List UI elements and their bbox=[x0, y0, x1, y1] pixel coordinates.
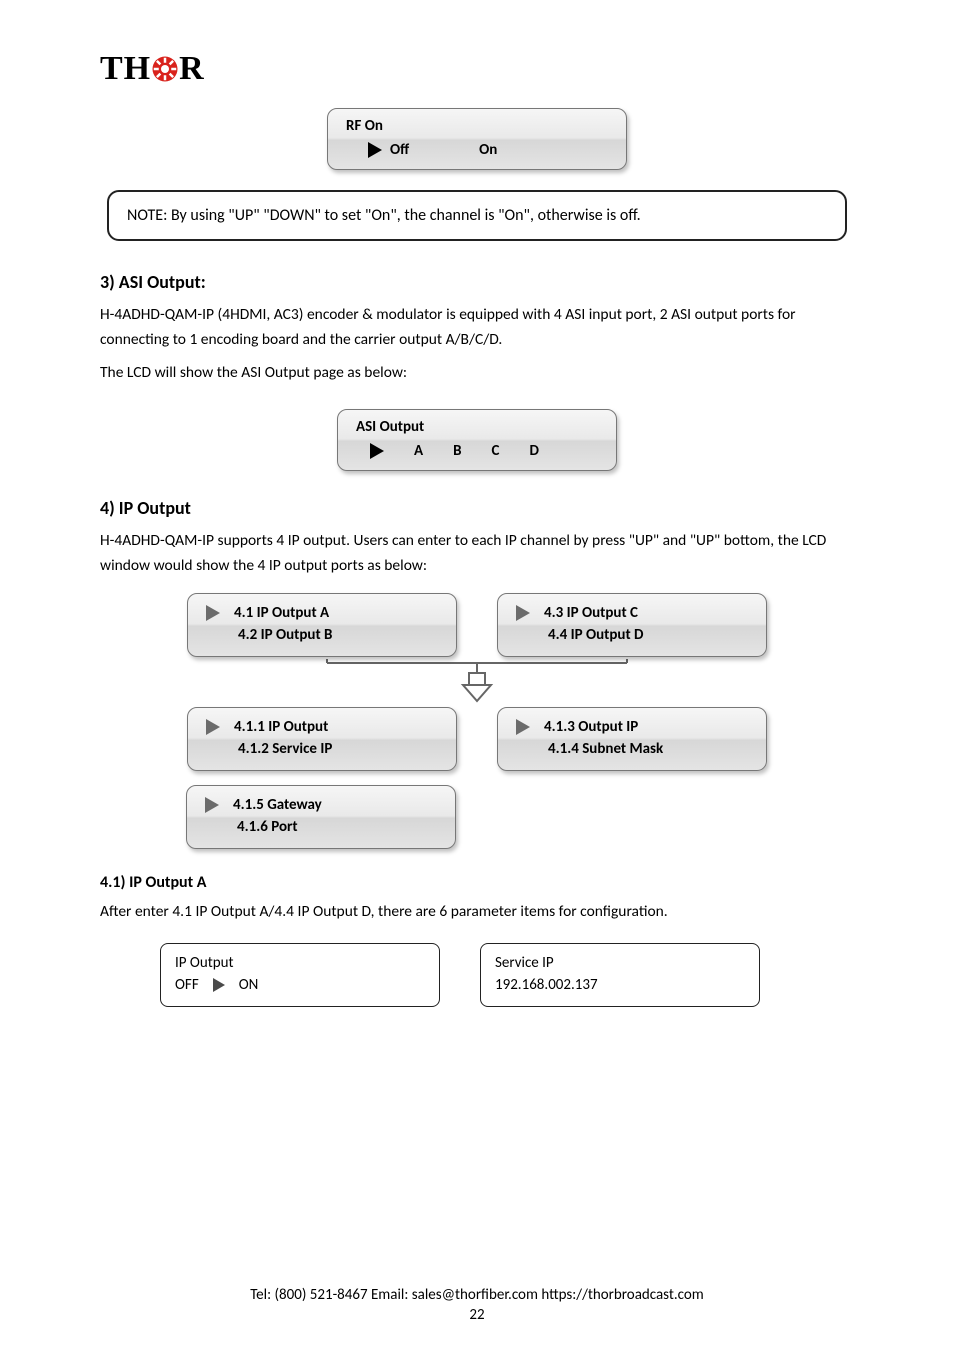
menu-ip-output-ab: 4.1 IP Output A 4.2 IP Output B bbox=[187, 593, 457, 657]
lcd-asi-title: ASI Output bbox=[356, 418, 598, 436]
menu-item-4-1-6: 4.1.6 Port bbox=[237, 818, 298, 836]
note-text: NOTE: By using "UP" "DOWN" to set "On", … bbox=[127, 206, 641, 225]
play-icon bbox=[370, 443, 384, 459]
ip-output-off: OFF bbox=[175, 976, 199, 994]
note-box: NOTE: By using "UP" "DOWN" to set "On", … bbox=[107, 190, 847, 241]
footer-contact: Tel: (800) 521-8467 Email: sales@thorfib… bbox=[0, 1286, 954, 1304]
box-ip-output: IP Output OFF ON bbox=[160, 943, 440, 1007]
footer-page-number: 22 bbox=[0, 1306, 954, 1324]
play-icon bbox=[368, 142, 382, 158]
asi-opt-c: C bbox=[492, 442, 500, 460]
menu-item-4-1-5: 4.1.5 Gateway bbox=[233, 796, 322, 814]
menu-item-4-1-2: 4.1.2 Service IP bbox=[238, 740, 332, 758]
menu-415-416: 4.1.5 Gateway 4.1.6 Port bbox=[186, 785, 456, 849]
section-4-heading: 4) IP Output bbox=[100, 497, 854, 519]
menu-item-4-2: 4.2 IP Output B bbox=[238, 626, 332, 644]
menu-item-4-1-4: 4.1.4 Subnet Mask bbox=[548, 740, 663, 758]
asi-opt-a: A bbox=[414, 442, 423, 460]
rf-option-off: Off bbox=[390, 141, 409, 159]
box-service-ip: Service IP 192.168.002.137 bbox=[480, 943, 760, 1007]
box-service-ip-value: 192.168.002.137 bbox=[495, 976, 745, 994]
menu-item-4-3: 4.3 IP Output C bbox=[544, 604, 638, 622]
lcd-rf-on: RF On Off On bbox=[327, 108, 627, 170]
page-footer: Tel: (800) 521-8467 Email: sales@thorfib… bbox=[0, 1286, 954, 1324]
play-icon bbox=[205, 797, 219, 813]
play-icon bbox=[206, 719, 220, 735]
logo-th: TH bbox=[100, 50, 151, 88]
play-icon bbox=[516, 719, 530, 735]
play-icon bbox=[213, 978, 225, 992]
section-4-para-1: H-4ADHD-QAM-IP supports 4 IP output. Use… bbox=[100, 529, 854, 579]
lcd-rf-title: RF On bbox=[346, 117, 608, 135]
flow-arrow-down-icon bbox=[100, 659, 854, 703]
asi-opt-b: B bbox=[453, 442, 461, 460]
section-4-1-para: After enter 4.1 IP Output A/4.4 IP Outpu… bbox=[100, 900, 854, 925]
lcd-asi-output: ASI Output A B C D bbox=[337, 409, 617, 471]
section-4-1-heading: 4.1) IP Output A bbox=[100, 873, 854, 892]
box-ip-output-title: IP Output bbox=[175, 954, 425, 972]
play-icon bbox=[516, 605, 530, 621]
menu-item-4-1-1: 4.1.1 IP Output bbox=[234, 718, 328, 736]
section-3-heading: 3) ASI Output: bbox=[100, 271, 854, 293]
menu-411-412: 4.1.1 IP Output 4.1.2 Service IP bbox=[187, 707, 457, 771]
menu-413-414: 4.1.3 Output IP 4.1.4 Subnet Mask bbox=[497, 707, 767, 771]
logo-r: R bbox=[179, 50, 205, 88]
menu-item-4-4: 4.4 IP Output D bbox=[548, 626, 644, 644]
play-icon bbox=[206, 605, 220, 621]
box-service-ip-title: Service IP bbox=[495, 954, 745, 972]
menu-item-4-1: 4.1 IP Output A bbox=[234, 604, 329, 622]
thor-logo: TH R bbox=[100, 50, 854, 88]
section-3-para-1: H-4ADHD-QAM-IP (4HDMI, AC3) encoder & mo… bbox=[100, 303, 854, 353]
asi-opt-d: D bbox=[529, 442, 538, 460]
rf-option-on: On bbox=[479, 141, 497, 159]
menu-ip-output-cd: 4.3 IP Output C 4.4 IP Output D bbox=[497, 593, 767, 657]
logo-gear-icon bbox=[150, 54, 180, 84]
menu-item-4-1-3: 4.1.3 Output IP bbox=[544, 718, 638, 736]
ip-output-on: ON bbox=[239, 976, 259, 994]
section-3-para-2: The LCD will show the ASI Output page as… bbox=[100, 361, 854, 386]
